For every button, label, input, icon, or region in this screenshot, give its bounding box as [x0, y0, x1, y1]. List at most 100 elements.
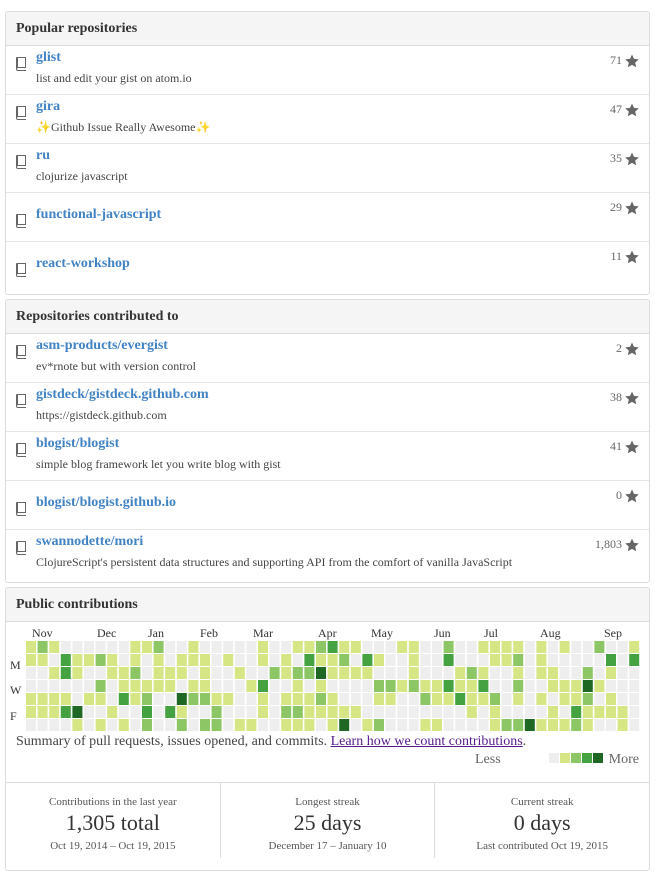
contribution-day[interactable]	[49, 693, 60, 705]
contribution-day[interactable]	[269, 641, 280, 653]
contribution-day[interactable]	[246, 693, 257, 705]
contribution-day[interactable]	[536, 654, 547, 666]
contribution-day[interactable]	[548, 719, 558, 731]
contribution-day[interactable]	[617, 680, 628, 692]
contribution-day[interactable]	[432, 641, 442, 653]
contribution-day[interactable]	[466, 693, 477, 705]
contribution-day[interactable]	[130, 693, 141, 705]
contribution-day[interactable]	[304, 693, 315, 705]
contribution-day[interactable]	[606, 693, 616, 705]
contribution-day[interactable]	[501, 680, 512, 692]
contribution-day[interactable]	[269, 719, 280, 731]
contribution-day[interactable]	[501, 706, 512, 718]
contribution-day[interactable]	[200, 667, 210, 679]
contribution-day[interactable]	[559, 654, 570, 666]
contribution-day[interactable]	[490, 654, 500, 666]
contribution-day[interactable]	[362, 693, 373, 705]
contribution-day[interactable]	[130, 654, 141, 666]
contribution-day[interactable]	[420, 654, 431, 666]
contribution-day[interactable]	[524, 641, 535, 653]
contribution-day[interactable]	[443, 680, 454, 692]
contribution-day[interactable]	[223, 693, 234, 705]
repo-stars[interactable]: 47	[610, 102, 639, 117]
contribution-day[interactable]	[84, 667, 94, 679]
contribution-day[interactable]	[432, 693, 442, 705]
contribution-day[interactable]	[571, 667, 582, 679]
contribution-day[interactable]	[536, 680, 547, 692]
contribution-day[interactable]	[559, 706, 570, 718]
contribution-day[interactable]	[37, 680, 48, 692]
contribution-day[interactable]	[362, 654, 373, 666]
contribution-day[interactable]	[49, 667, 60, 679]
contribution-day[interactable]	[466, 706, 477, 718]
contribution-day[interactable]	[559, 693, 570, 705]
contribution-day[interactable]	[130, 719, 141, 731]
contribution-day[interactable]	[165, 719, 176, 731]
contribution-day[interactable]	[397, 667, 408, 679]
contribution-day[interactable]	[316, 667, 326, 679]
contribution-day[interactable]	[559, 680, 570, 692]
contribution-day[interactable]	[246, 680, 257, 692]
contribution-day[interactable]	[594, 693, 605, 705]
contribution-day[interactable]	[374, 693, 384, 705]
contribution-day[interactable]	[95, 654, 106, 666]
contribution-day[interactable]	[142, 706, 152, 718]
contribution-day[interactable]	[246, 654, 257, 666]
contribution-day[interactable]	[188, 706, 199, 718]
repo-stars[interactable]: 35	[610, 151, 639, 166]
contribution-day[interactable]	[594, 719, 605, 731]
repo-stars[interactable]: 71	[610, 53, 639, 68]
contribution-day[interactable]	[60, 719, 71, 731]
contribution-day[interactable]	[26, 693, 36, 705]
contribution-day[interactable]	[629, 719, 640, 731]
contribution-day[interactable]	[37, 693, 48, 705]
contribution-day[interactable]	[606, 654, 616, 666]
contribution-day[interactable]	[536, 706, 547, 718]
contribution-day[interactable]	[316, 654, 326, 666]
contribution-day[interactable]	[594, 641, 605, 653]
contribution-day[interactable]	[385, 654, 396, 666]
contribution-day[interactable]	[455, 693, 466, 705]
contribution-day[interactable]	[130, 706, 141, 718]
contribution-day[interactable]	[223, 641, 234, 653]
contribution-day[interactable]	[223, 667, 234, 679]
contribution-day[interactable]	[617, 706, 628, 718]
contribution-day[interactable]	[443, 654, 454, 666]
contribution-day[interactable]	[176, 667, 187, 679]
contribution-day[interactable]	[211, 654, 222, 666]
contribution-day[interactable]	[246, 641, 257, 653]
contribution-day[interactable]	[397, 706, 408, 718]
contribution-day[interactable]	[582, 719, 593, 731]
contribution-day[interactable]	[524, 719, 535, 731]
contribution-day[interactable]	[26, 667, 36, 679]
contribution-day[interactable]	[165, 654, 176, 666]
contribution-day[interactable]	[385, 667, 396, 679]
contribution-day[interactable]	[582, 693, 593, 705]
contribution-day[interactable]	[466, 667, 477, 679]
contribution-day[interactable]	[478, 680, 489, 692]
contribution-day[interactable]	[118, 641, 129, 653]
repo-stars[interactable]: 0	[616, 488, 639, 503]
contribution-day[interactable]	[258, 654, 268, 666]
contribution-day[interactable]	[292, 706, 303, 718]
contribution-day[interactable]	[490, 641, 500, 653]
contribution-day[interactable]	[304, 654, 315, 666]
repo-name-link[interactable]: swannodette/mori	[36, 534, 143, 550]
contribution-day[interactable]	[72, 693, 83, 705]
contribution-day[interactable]	[536, 719, 547, 731]
contribution-day[interactable]	[200, 654, 210, 666]
contribution-day[interactable]	[350, 667, 361, 679]
contribution-day[interactable]	[374, 641, 384, 653]
contribution-day[interactable]	[281, 641, 292, 653]
contribution-day[interactable]	[617, 654, 628, 666]
contribution-day[interactable]	[408, 693, 419, 705]
contribution-day[interactable]	[95, 680, 106, 692]
contribution-day[interactable]	[536, 641, 547, 653]
contribution-day[interactable]	[339, 680, 350, 692]
contribution-day[interactable]	[362, 719, 373, 731]
contribution-day[interactable]	[60, 693, 71, 705]
contribution-day[interactable]	[339, 706, 350, 718]
contribution-day[interactable]	[548, 680, 558, 692]
contribution-day[interactable]	[374, 654, 384, 666]
contribution-day[interactable]	[234, 706, 245, 718]
